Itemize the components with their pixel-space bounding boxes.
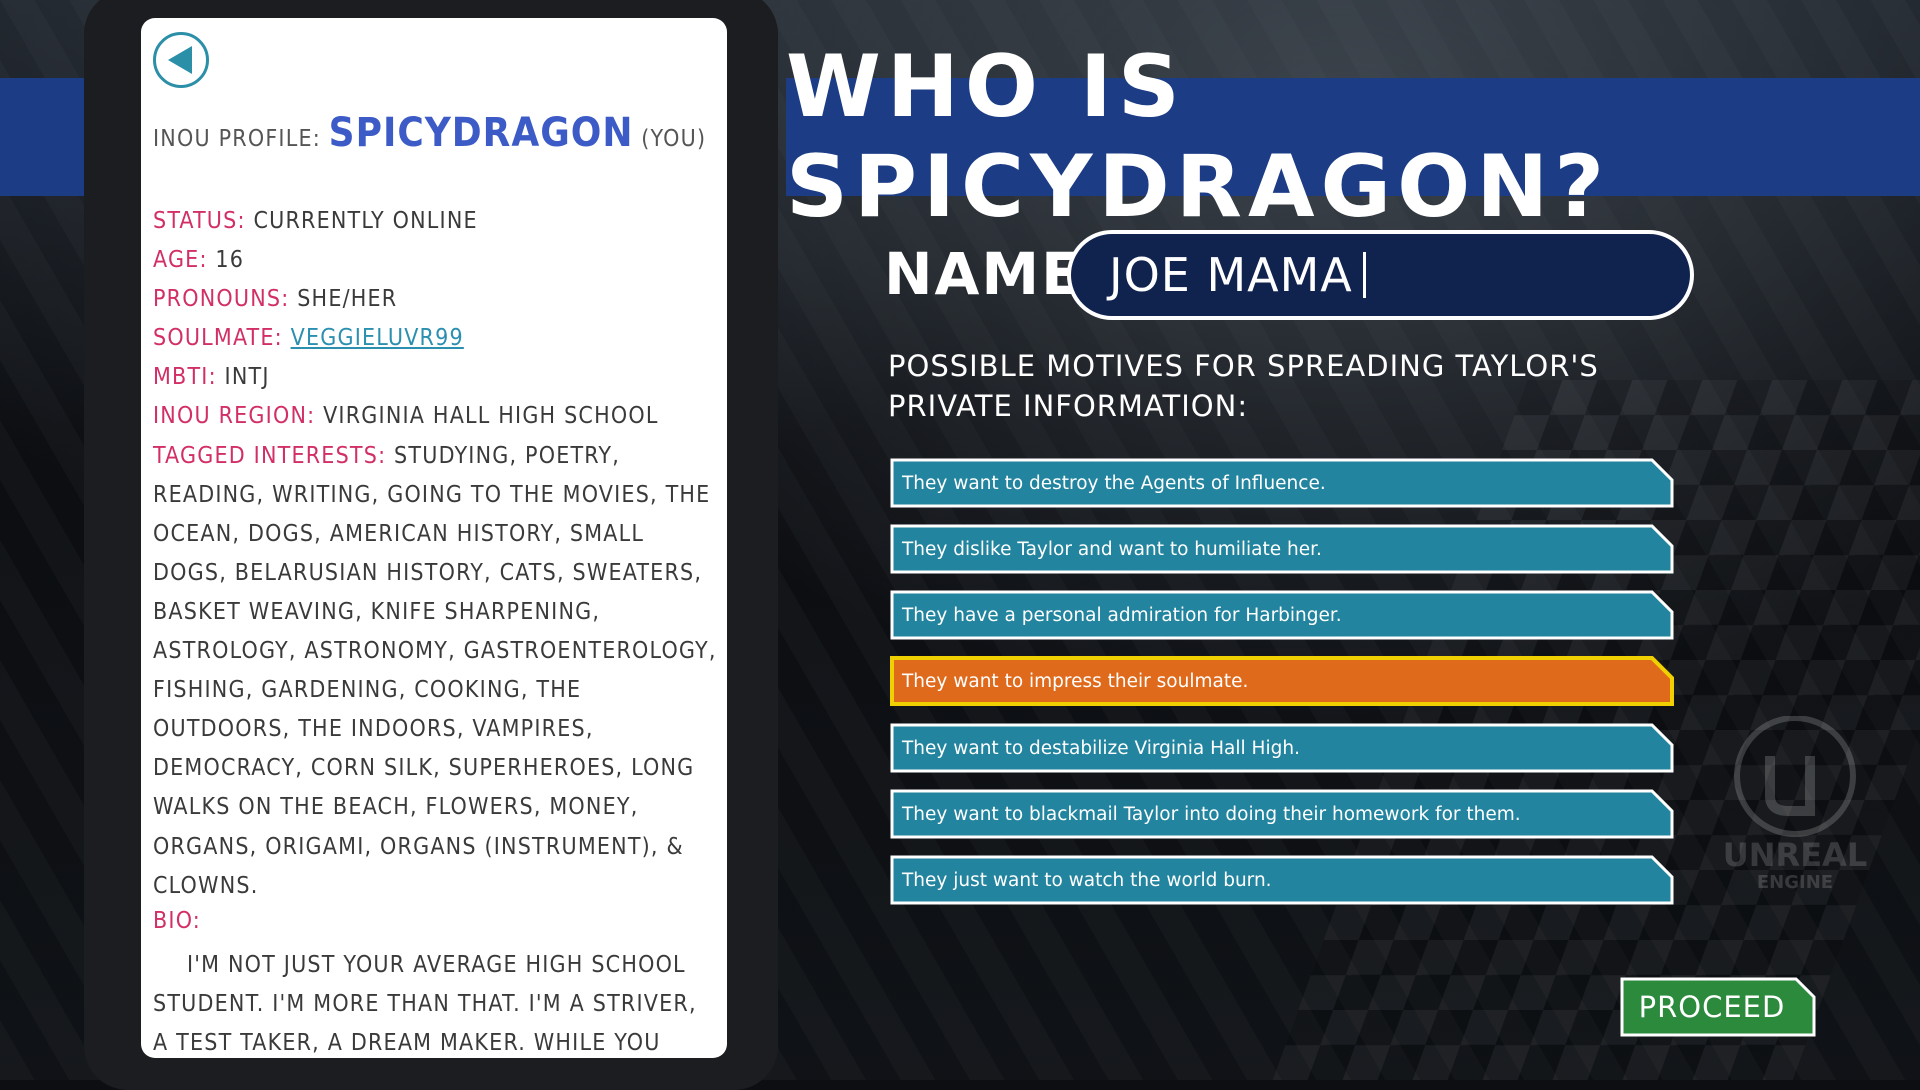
age-key: AGE: bbox=[153, 247, 208, 274]
motive-option[interactable]: They just want to watch the world burn. bbox=[890, 855, 1674, 905]
pronouns-row: PRONOUNS: SHE/HER bbox=[153, 280, 719, 319]
proceed-label: PROCEED bbox=[1638, 990, 1786, 1024]
motive-option[interactable]: They have a personal admiration for Harb… bbox=[890, 590, 1674, 640]
profile-username: SPICYDRAGON bbox=[328, 110, 634, 156]
title-banner-left bbox=[0, 78, 84, 196]
unreal-engine-logo: UNREAL ENGINE bbox=[1723, 716, 1867, 893]
age-row: AGE: 16 bbox=[153, 241, 719, 280]
profile-you-tag: (YOU) bbox=[641, 126, 707, 152]
bio-key: BIO: bbox=[153, 908, 201, 934]
mbti-row: MBTI: INTJ bbox=[153, 358, 719, 397]
status-key: STATUS: bbox=[153, 208, 246, 234]
name-input-value: JOE MAMA bbox=[1109, 248, 1353, 302]
proceed-button[interactable]: PROCEED bbox=[1620, 977, 1816, 1037]
status-value: CURRENTLY ONLINE bbox=[253, 208, 478, 234]
soulmate-key: SOULMATE: bbox=[153, 325, 283, 352]
interests-key: TAGGED INTERESTS: bbox=[153, 442, 387, 469]
text-caret bbox=[1362, 252, 1366, 298]
pronouns-key: PRONOUNS: bbox=[153, 286, 290, 313]
profile-details: STATUS: CURRENTLY ONLINE AGE: 16 PRONOUN… bbox=[153, 202, 719, 906]
logo-text: UNREAL bbox=[1723, 836, 1867, 874]
mbti-value: INTJ bbox=[224, 364, 270, 391]
soulmate-link[interactable]: VEGGIELUVR99 bbox=[291, 325, 464, 351]
option-label: They want to destroy the Agents of Influ… bbox=[902, 472, 1326, 494]
motive-option[interactable]: They want to destroy the Agents of Influ… bbox=[890, 458, 1674, 508]
back-button[interactable] bbox=[153, 32, 209, 88]
interests-value: STUDYING, POETRY, READING, WRITING, GOIN… bbox=[153, 442, 717, 899]
pronouns-value: SHE/HER bbox=[297, 286, 398, 313]
motive-option-selected[interactable]: They want to impress their soulmate. bbox=[890, 656, 1674, 706]
soulmate-row: SOULMATE: VEGGIELUVR99 bbox=[153, 319, 719, 358]
interests-row: TAGGED INTERESTS: STUDYING, POETRY, READ… bbox=[153, 437, 719, 906]
option-label: They want to impress their soulmate. bbox=[902, 670, 1249, 692]
status-row: STATUS: CURRENTLY ONLINE bbox=[153, 202, 719, 241]
region-row: INOU REGION: VIRGINIA HALL HIGH SCHOOL bbox=[153, 397, 719, 436]
age-value: 16 bbox=[215, 247, 245, 274]
option-label: They want to destabilize Virginia Hall H… bbox=[902, 737, 1300, 759]
motives-prompt: POSSIBLE MOTIVES FOR SPREADING TAYLOR'S … bbox=[888, 349, 1599, 423]
profile-header: INOU PROFILE: SPICYDRAGON (YOU) bbox=[153, 110, 706, 156]
back-arrow-icon bbox=[168, 46, 192, 74]
motive-option[interactable]: They dislike Taylor and want to humiliat… bbox=[890, 524, 1674, 574]
region-key: INOU REGION: bbox=[153, 403, 316, 430]
profile-label: INOU PROFILE: bbox=[153, 126, 321, 152]
logo-subtext: ENGINE bbox=[1757, 872, 1833, 893]
region-value: VIRGINIA HALL HIGH SCHOOL bbox=[323, 403, 659, 430]
option-label: They just want to watch the world burn. bbox=[902, 869, 1272, 891]
motive-option[interactable]: They want to destabilize Virginia Hall H… bbox=[890, 723, 1674, 773]
profile-screen[interactable]: INOU PROFILE: SPICYDRAGON (YOU) STATUS: … bbox=[141, 18, 727, 1058]
option-label: They dislike Taylor and want to humiliat… bbox=[902, 538, 1322, 560]
option-label: They have a personal admiration for Harb… bbox=[902, 604, 1342, 626]
page-title: WHO IS SPICYDRAGON? bbox=[786, 37, 1611, 237]
name-input[interactable]: JOE MAMA bbox=[1067, 230, 1694, 320]
motive-option[interactable]: They want to blackmail Taylor into doing… bbox=[890, 789, 1674, 839]
bio-text: I'M NOT JUST YOUR AVERAGE HIGH SCHOOL ST… bbox=[153, 952, 697, 1057]
option-label: They want to blackmail Taylor into doing… bbox=[902, 803, 1521, 825]
mbti-key: MBTI: bbox=[153, 364, 217, 391]
